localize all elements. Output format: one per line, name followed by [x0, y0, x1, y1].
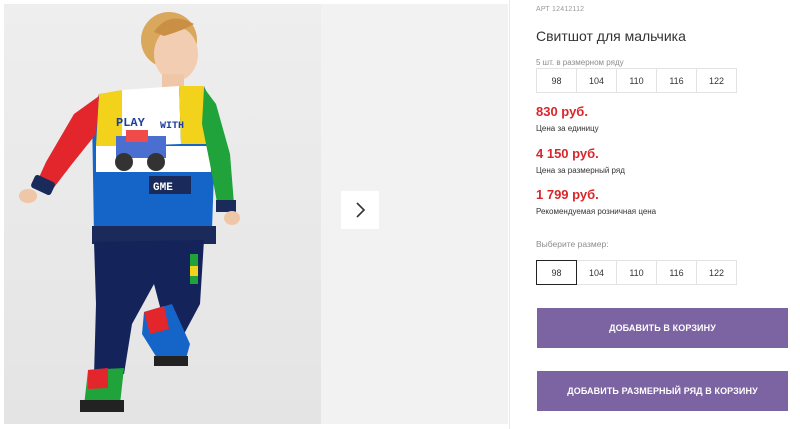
next-image-button[interactable]	[341, 191, 379, 229]
product-sku: АРТ 12412112	[536, 6, 585, 13]
set-price-label: Цена за размерный ряд	[536, 166, 625, 175]
product-info-panel: АРТ 12412112 Свитшот для мальчика 5 шт. …	[536, 0, 796, 429]
chevron-right-icon	[356, 202, 366, 218]
product-photo: PLAY WITH GME	[4, 4, 321, 424]
print-gme-text: GME	[153, 182, 173, 194]
add-size-set-to-cart-button[interactable]: ДОБАВИТЬ РАЗМЕРНЫЙ РЯД В КОРЗИНУ	[537, 371, 788, 411]
size-option-116[interactable]: 116	[656, 260, 697, 285]
print-with-text: WITH	[160, 121, 184, 132]
product-title: Свитшот для мальчика	[536, 28, 686, 44]
size-set-cell: 122	[696, 68, 737, 93]
size-set-cell: 104	[576, 68, 617, 93]
unit-price-label: Цена за единицу	[536, 124, 599, 133]
size-set-row: 98 104 110 116 122	[536, 68, 737, 93]
size-set-cell: 116	[656, 68, 697, 93]
boy-in-sweatshirt-image: PLAY WITH GME	[19, 12, 240, 412]
size-option-98[interactable]: 98	[536, 260, 577, 285]
column-divider	[509, 0, 510, 429]
set-price: 4 150 руб.	[536, 146, 599, 161]
product-gallery: PLAY WITH GME	[4, 4, 508, 424]
unit-price: 830 руб.	[536, 104, 588, 119]
retail-price-label: Рекомендуемая розничная цена	[536, 207, 657, 216]
size-option-110[interactable]: 110	[616, 260, 657, 285]
print-play-text: PLAY	[116, 116, 146, 130]
choose-size-label: Выберите размер:	[536, 239, 609, 249]
size-selector: 98 104 110 116 122	[536, 260, 737, 285]
add-to-cart-button[interactable]: ДОБАВИТЬ В КОРЗИНУ	[537, 308, 788, 348]
size-option-104[interactable]: 104	[576, 260, 617, 285]
size-set-cell: 98	[536, 68, 577, 93]
size-option-122[interactable]: 122	[696, 260, 737, 285]
retail-price: 1 799 руб.	[536, 187, 599, 202]
size-set-cell: 110	[616, 68, 657, 93]
size-set-note: 5 шт. в размерном ряду	[536, 58, 624, 67]
